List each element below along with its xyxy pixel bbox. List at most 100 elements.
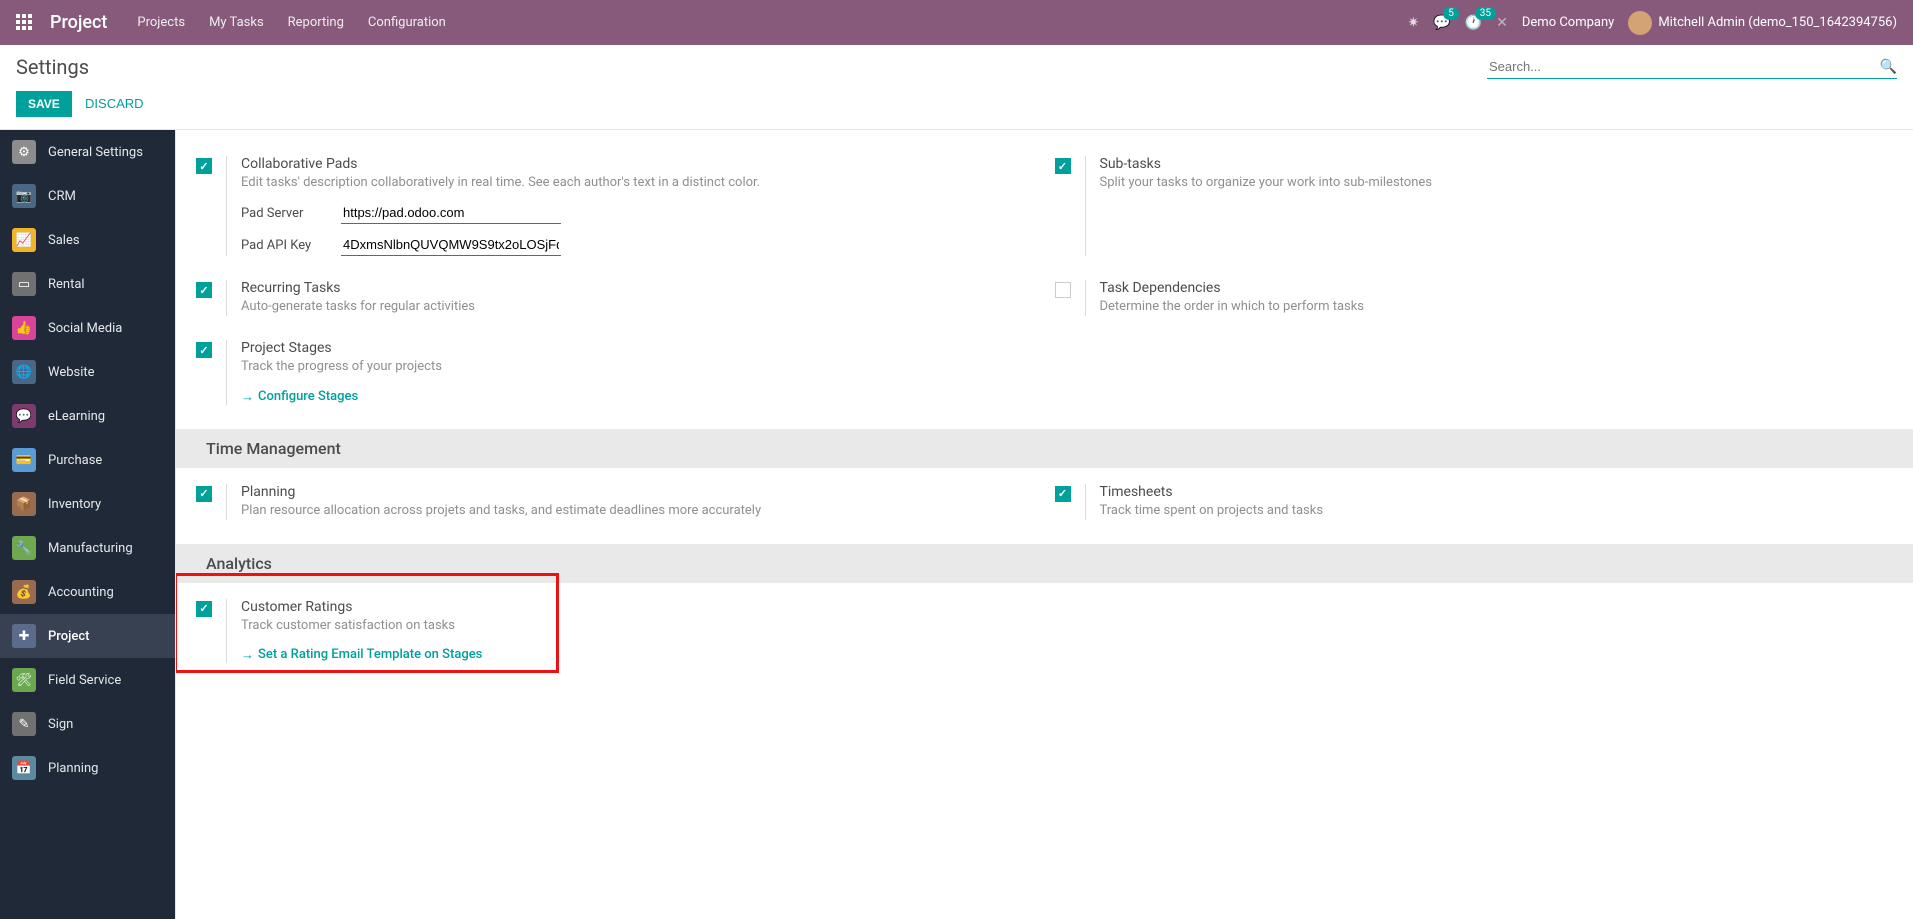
subheader: Settings 🔍 <box>0 45 1913 87</box>
planning-title: Planning <box>241 484 1035 500</box>
sidebar-item-label: Website <box>48 365 95 380</box>
sidebar-item-label: Social Media <box>48 321 122 336</box>
sidebar-item-sales[interactable]: 📈 Sales <box>0 218 175 262</box>
activities-badge: 35 <box>1475 7 1496 20</box>
planning-desc: Plan resource allocation across projets … <box>241 502 1035 520</box>
subtasks-title: Sub-tasks <box>1100 156 1894 172</box>
sidebar-item-field-service[interactable]: 🛠 Field Service <box>0 658 175 702</box>
close-icon[interactable]: ✕ <box>1496 15 1508 31</box>
checkbox-subtasks[interactable] <box>1055 158 1071 174</box>
user-label: Mitchell Admin (demo_150_1642394756) <box>1658 15 1897 30</box>
stages-desc: Track the progress of your projects <box>241 358 1035 376</box>
collab-pads-title: Collaborative Pads <box>241 156 1035 172</box>
recurring-title: Recurring Tasks <box>241 280 1035 296</box>
sidebar-item-label: CRM <box>48 189 76 204</box>
activities-icon[interactable]: 🕐35 <box>1465 15 1482 31</box>
timesheets-desc: Track time spent on projects and tasks <box>1100 502 1894 520</box>
sidebar-icon: 📈 <box>12 228 36 252</box>
checkbox-stages[interactable] <box>196 342 212 358</box>
messages-icon[interactable]: 💬5 <box>1433 15 1450 31</box>
sidebar-icon: ▭ <box>12 272 36 296</box>
sidebar-icon: 🛠 <box>12 668 36 692</box>
sidebar-icon: 📷 <box>12 184 36 208</box>
messages-badge: 5 <box>1443 7 1459 20</box>
sidebar-item-project[interactable]: ✚ Project <box>0 614 175 658</box>
collab-pads-desc: Edit tasks' description collaboratively … <box>241 174 1035 192</box>
dependencies-title: Task Dependencies <box>1100 280 1894 296</box>
checkbox-planning[interactable] <box>196 486 212 502</box>
sidebar-item-manufacturing[interactable]: 🔧 Manufacturing <box>0 526 175 570</box>
sidebar-item-sign[interactable]: ✎Sign <box>0 702 175 746</box>
sidebar-icon: ⚙ <box>12 140 36 164</box>
ratings-desc: Track customer satisfaction on tasks <box>241 617 576 635</box>
apps-grid-icon[interactable] <box>16 14 34 32</box>
sidebar-item-planning[interactable]: 📅 Planning <box>0 746 175 790</box>
discard-button[interactable]: DISCARD <box>85 96 144 111</box>
ratings-title: Customer Ratings <box>241 599 576 615</box>
search-input[interactable] <box>1487 55 1880 78</box>
sidebar-icon: 💰 <box>12 580 36 604</box>
sidebar-icon: 🌐 <box>12 360 36 384</box>
sidebar-item-social-media[interactable]: 👍Social Media <box>0 306 175 350</box>
sidebar-item-label: General Settings <box>48 145 143 160</box>
sidebar-icon: 📦 <box>12 492 36 516</box>
sidebar-item-label: Sign <box>48 717 73 732</box>
menu-reporting[interactable]: Reporting <box>288 15 344 30</box>
sidebar-item-rental[interactable]: ▭ Rental <box>0 262 175 306</box>
menu-my-tasks[interactable]: My Tasks <box>209 15 264 30</box>
bug-icon[interactable]: ✷ <box>1408 15 1420 31</box>
rating-template-link[interactable]: Set a Rating Email Template on Stages <box>241 647 482 663</box>
app-title: Project <box>50 12 107 33</box>
action-bar: SAVE DISCARD <box>0 87 1913 130</box>
sidebar-item-purchase[interactable]: 💳Purchase <box>0 438 175 482</box>
checkbox-dependencies[interactable] <box>1055 282 1071 298</box>
configure-stages-link[interactable]: Configure Stages <box>241 389 358 405</box>
sidebar-icon: 📅 <box>12 756 36 780</box>
pad-api-input[interactable] <box>341 234 561 256</box>
checkbox-timesheets[interactable] <box>1055 486 1071 502</box>
checkbox-recurring[interactable] <box>196 282 212 298</box>
sidebar-item-crm[interactable]: 📷 CRM <box>0 174 175 218</box>
sidebar-item-label: Rental <box>48 277 85 292</box>
sidebar-item-label: eLearning <box>48 409 105 424</box>
company-name[interactable]: Demo Company <box>1522 15 1614 30</box>
avatar-icon <box>1628 11 1652 35</box>
settings-sidebar: ⚙ General Settings 📷 CRM 📈 Sales ▭ Rental 👍Socia… <box>0 130 175 919</box>
sidebar-item-label: Project <box>48 629 89 644</box>
pad-server-label: Pad Server <box>241 206 341 221</box>
sidebar-icon: ✚ <box>12 624 36 648</box>
sidebar-item-elearning[interactable]: 💬 eLearning <box>0 394 175 438</box>
sidebar-item-label: Accounting <box>48 585 114 600</box>
subtasks-desc: Split your tasks to organize your work i… <box>1100 174 1894 192</box>
stages-title: Project Stages <box>241 340 1035 356</box>
sidebar-icon: 🔧 <box>12 536 36 560</box>
sidebar-item-label: Planning <box>48 761 98 776</box>
sidebar-item-label: Field Service <box>48 673 121 688</box>
sidebar-item-general-settings[interactable]: ⚙ General Settings <box>0 130 175 174</box>
save-button[interactable]: SAVE <box>16 91 72 117</box>
pad-api-label: Pad API Key <box>241 238 341 253</box>
pad-server-input[interactable] <box>341 202 561 224</box>
sidebar-item-label: Manufacturing <box>48 541 133 556</box>
sidebar-item-website[interactable]: 🌐 Website <box>0 350 175 394</box>
sidebar-icon: 💬 <box>12 404 36 428</box>
search-wrap: 🔍 <box>1487 55 1897 79</box>
sidebar-item-accounting[interactable]: 💰 Accounting <box>0 570 175 614</box>
page-title: Settings <box>16 55 89 79</box>
search-icon[interactable]: 🔍 <box>1880 59 1897 75</box>
settings-content: Collaborative Pads Edit tasks' descripti… <box>175 130 1913 919</box>
section-time-management: Time Management <box>176 429 1913 468</box>
checkbox-ratings[interactable] <box>196 601 212 617</box>
menu-configuration[interactable]: Configuration <box>368 15 446 30</box>
topbar: Project Projects My Tasks Reporting Conf… <box>0 0 1913 45</box>
checkbox-collab-pads[interactable] <box>196 158 212 174</box>
timesheets-title: Timesheets <box>1100 484 1894 500</box>
sidebar-item-label: Sales <box>48 233 80 248</box>
sidebar-item-label: Inventory <box>48 497 101 512</box>
sidebar-item-inventory[interactable]: 📦 Inventory <box>0 482 175 526</box>
recurring-desc: Auto-generate tasks for regular activiti… <box>241 298 1035 316</box>
user-menu[interactable]: Mitchell Admin (demo_150_1642394756) <box>1628 11 1897 35</box>
menu-projects[interactable]: Projects <box>137 15 185 30</box>
dependencies-desc: Determine the order in which to perform … <box>1100 298 1894 316</box>
sidebar-item-label: Purchase <box>48 453 102 468</box>
